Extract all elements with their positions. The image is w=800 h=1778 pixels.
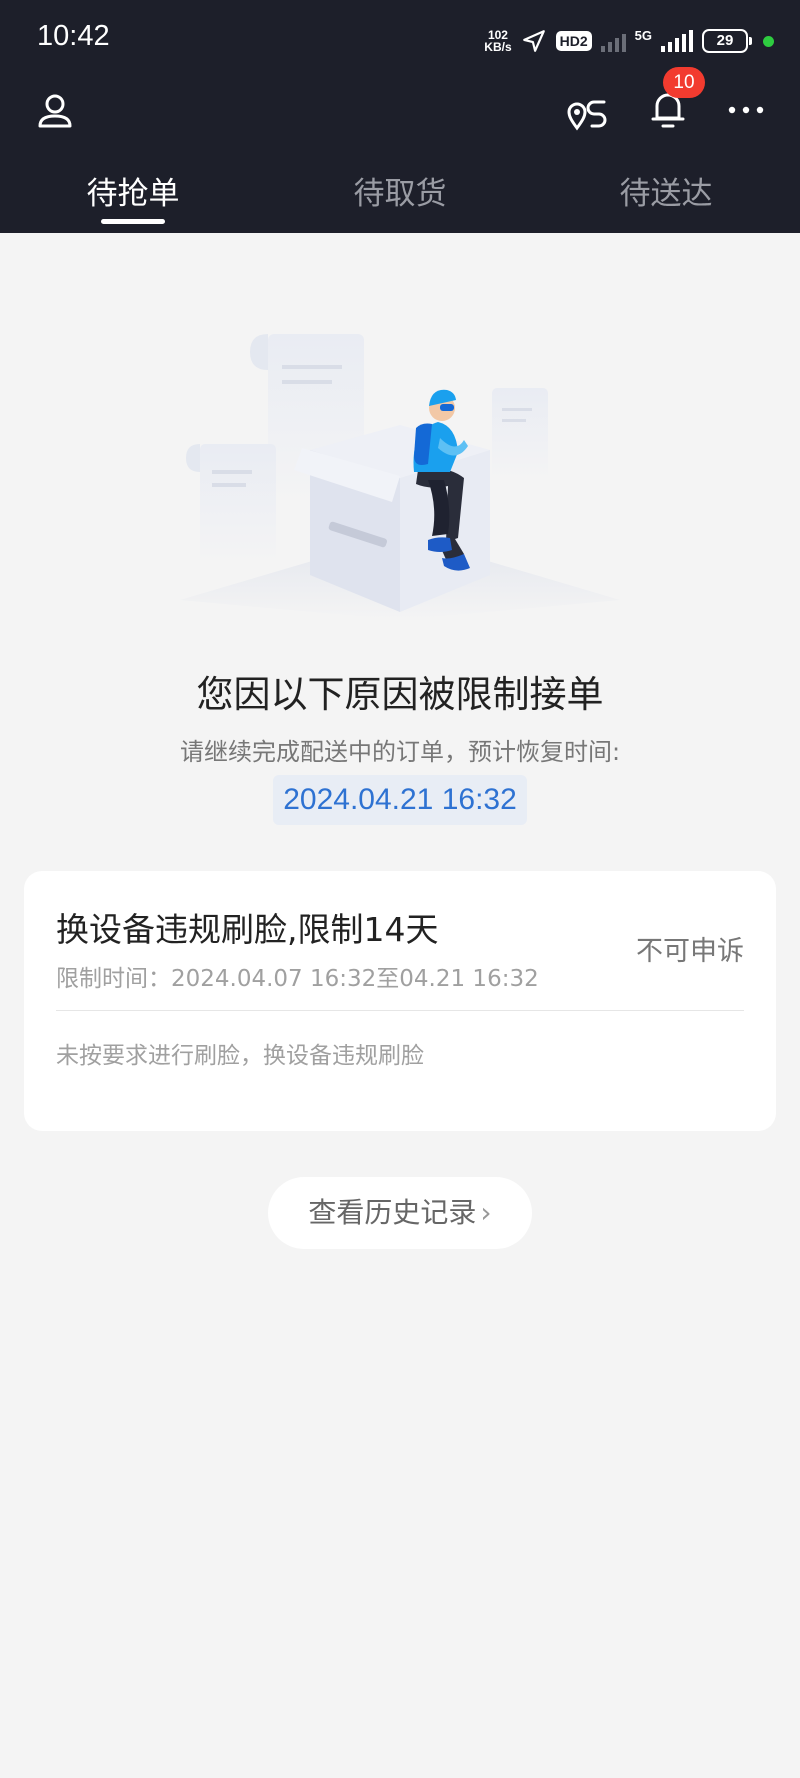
paper-sheet-right-icon [492,388,548,480]
user-profile-icon[interactable] [36,92,74,130]
signal-weak-icon [600,30,626,52]
restriction-card: 换设备违规刷脸,限制14天 限制时间：2024.04.07 16:32至04.2… [24,871,776,1131]
status-time: 10:42 [37,20,110,52]
card-divider [56,1010,744,1011]
battery-icon: 29 [702,29,752,53]
net-speed: 102 KB/s [484,28,512,54]
restore-time: 2024.04.21 16:32 [273,775,527,825]
status-icons: 102 KB/s HD2 5G 29 [484,24,774,58]
appeal-status: 不可申诉 [636,936,744,967]
restriction-title: 您因以下原因被限制接单 [196,673,604,716]
restriction-time-range: 限制时间：2024.04.07 16:32至04.21 16:32 [56,966,539,992]
tab-pending-grab[interactable]: 待抢单 [33,168,233,213]
restriction-reason: 未按要求进行刷脸，换设备违规刷脸 [56,1043,424,1069]
view-history-button[interactable]: 查看历史记录 › [268,1177,532,1249]
network-type: 5G [634,27,652,43]
signal-strong-icon [661,30,693,52]
restriction-subtitle: 请继续完成配送中的订单，预计恢复时间: [179,738,621,766]
hd-icon: HD2 [555,31,592,51]
restriction-card-title: 换设备违规刷脸,限制14天 [56,910,439,949]
notification-badge: 10 [663,67,705,98]
privacy-indicator-icon [763,35,774,47]
location-arrow-icon [522,30,545,52]
active-tab-indicator [101,219,165,224]
view-history-label: 查看历史记录 [308,1196,477,1229]
more-options-icon[interactable] [726,95,766,125]
top-bar: 10:42 102 KB/s HD2 5G 29 10 待抢单 待取货 待送达 [0,0,800,233]
chevron-right-icon: › [480,1196,492,1229]
tab-pending-delivery[interactable]: 待送达 [566,168,766,213]
restriction-illustration [180,334,620,620]
route-map-icon[interactable] [566,90,610,134]
paper-sheet-small-icon [186,444,276,564]
tab-pending-pickup[interactable]: 待取货 [300,168,500,213]
